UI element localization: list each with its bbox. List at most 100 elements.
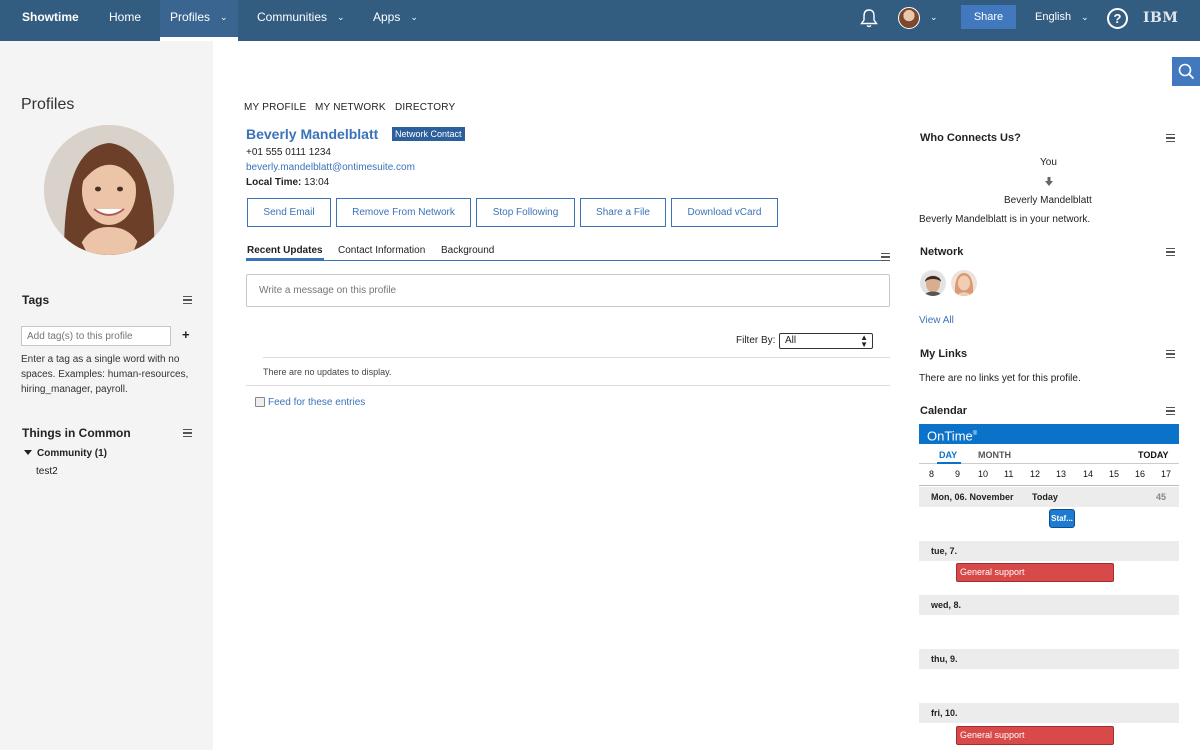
profile-email[interactable]: beverly.mandelblatt@ontimesuite.com — [246, 162, 415, 173]
day-label: thu, 9. — [931, 654, 958, 664]
menu-icon[interactable] — [881, 253, 890, 261]
chevron-down-icon[interactable]: ⌄ — [930, 12, 938, 23]
bell-icon[interactable] — [858, 7, 880, 29]
sidebar-title: Profiles — [21, 96, 75, 113]
calendar-hour: 9 — [955, 469, 961, 479]
calendar-day-row: thu, 9. — [919, 649, 1179, 669]
menu-icon[interactable] — [183, 296, 192, 304]
day-label: tue, 7. — [931, 546, 958, 556]
network-avatar[interactable] — [951, 270, 977, 296]
network-contact-badge: Network Contact — [392, 127, 465, 141]
no-updates-text: There are no updates to display. — [263, 367, 392, 377]
tab-background[interactable]: Background — [441, 245, 494, 256]
add-tag-button[interactable]: + — [182, 327, 190, 342]
remove-from-network-button[interactable]: Remove From Network — [336, 198, 471, 227]
tab-divider — [246, 260, 890, 261]
calendar-hour: 17 — [1161, 469, 1172, 479]
calendar-divider — [919, 485, 1179, 486]
nav-apps-label: Apps — [373, 10, 401, 24]
day-label: fri, 10. — [931, 708, 958, 718]
ontime-brand-bar: OnTime® — [919, 424, 1179, 444]
community-leaf[interactable]: test2 — [36, 466, 58, 477]
share-a-file-button[interactable]: Share a File — [580, 198, 666, 227]
user-avatar[interactable] — [898, 7, 920, 29]
search-icon — [1178, 63, 1195, 80]
network-view-all-link[interactable]: View All — [919, 315, 954, 326]
network-avatar[interactable] — [920, 270, 946, 296]
calendar-day-row: tue, 7. — [919, 541, 1179, 561]
ontime-registered-mark: ® — [972, 431, 978, 437]
calendar-hour: 16 — [1135, 469, 1146, 479]
chevron-down-icon: ⌄ — [1081, 12, 1089, 22]
filter-select[interactable]: All ▲ ▼ — [779, 333, 873, 349]
tab-contact-information[interactable]: Contact Information — [338, 245, 425, 256]
profile-local-time: Local Time: 13:04 — [246, 177, 329, 188]
tab-recent-updates[interactable]: Recent Updates — [247, 245, 323, 256]
nav-profiles-label: Profiles — [170, 10, 211, 24]
links-empty-text: There are no links yet for this profile. — [919, 373, 1081, 384]
calendar-hour: 11 — [1004, 469, 1014, 479]
subnav-my-profile[interactable]: MY PROFILE — [244, 102, 306, 113]
calendar-tab-month[interactable]: MONTH — [978, 450, 1011, 460]
menu-icon[interactable] — [183, 429, 192, 437]
local-time-label: Local Time: — [246, 177, 302, 188]
menu-icon[interactable] — [1166, 407, 1175, 415]
calendar-event[interactable]: General support — [956, 563, 1114, 582]
day-extra: 45 — [1155, 492, 1166, 502]
download-vcard-button[interactable]: Download vCard — [671, 198, 778, 227]
nav-home[interactable]: Home — [96, 0, 154, 41]
day-label: Mon, 06. November — [931, 492, 1014, 502]
stop-following-button[interactable]: Stop Following — [476, 198, 575, 227]
subnav-my-network[interactable]: MY NETWORK — [315, 102, 386, 113]
language-label: English — [1035, 11, 1072, 23]
profile-message-input[interactable] — [246, 274, 890, 307]
menu-icon[interactable] — [1166, 248, 1175, 256]
calendar-day-row: Mon, 06. November Today 45 — [919, 487, 1179, 507]
arrow-down-icon — [1045, 177, 1053, 186]
filter-label: Filter By: — [736, 335, 776, 346]
ontime-logo: OnTime — [927, 428, 973, 444]
nav-communities-label: Communities — [257, 10, 328, 24]
nav-apps[interactable]: Apps ⌄ — [373, 0, 418, 41]
send-email-button[interactable]: Send Email — [247, 198, 331, 227]
calendar-hour: 8 — [929, 469, 935, 479]
nav-profiles[interactable]: Profiles ⌄ — [160, 0, 238, 41]
divider — [246, 385, 890, 386]
tag-input[interactable] — [21, 326, 171, 346]
calendar-tab-indicator — [937, 462, 961, 464]
calendar-today-button[interactable]: TODAY — [1138, 450, 1169, 460]
calendar-day-row: wed, 8. — [919, 595, 1179, 615]
nav-home-label: Home — [108, 10, 141, 24]
community-tree-node[interactable]: Community (1) — [24, 448, 107, 459]
chevron-down-icon: ⌄ — [410, 12, 418, 22]
calendar-day-row: fri, 10. — [919, 703, 1179, 723]
menu-icon[interactable] — [1166, 134, 1175, 142]
calendar-hour: 13 — [1056, 469, 1067, 479]
help-icon[interactable]: ? — [1107, 8, 1128, 29]
menu-icon[interactable] — [1166, 350, 1175, 358]
calendar-event[interactable]: Staf... — [1049, 509, 1075, 528]
feed-link[interactable]: Feed for these entries — [268, 397, 365, 408]
calendar-hour: 15 — [1109, 469, 1120, 479]
network-title: Network — [920, 246, 964, 258]
left-sidebar: Profiles Tags + Enter a tag as a single … — [0, 41, 213, 750]
tab-active-indicator — [246, 258, 324, 261]
nav-communities[interactable]: Communities ⌄ — [257, 0, 345, 41]
search-tab[interactable] — [1172, 57, 1200, 86]
chevron-down-icon: ⌄ — [337, 12, 345, 22]
connects-to[interactable]: Beverly Mandelblatt — [1004, 195, 1092, 206]
who-connects-title: Who Connects Us? — [920, 132, 1021, 144]
community-node-label: Community (1) — [37, 448, 107, 459]
connects-summary: Beverly Mandelblatt is in your network. — [919, 214, 1091, 225]
share-button[interactable]: Share — [961, 5, 1016, 29]
up-down-icon: ▲ ▼ — [860, 333, 868, 349]
app-brand[interactable]: Showtime — [22, 10, 79, 24]
rss-feed-icon[interactable] — [255, 397, 265, 407]
profile-phone: +01 555 0111 1234 — [246, 147, 331, 158]
calendar-tab-day[interactable]: DAY — [939, 450, 957, 460]
tags-heading: Tags — [22, 293, 50, 307]
things-in-common-heading: Things in Common — [22, 426, 131, 440]
calendar-event[interactable]: General support — [956, 726, 1114, 745]
subnav-directory[interactable]: DIRECTORY — [395, 102, 455, 113]
language-selector[interactable]: English ⌄ — [1035, 11, 1089, 23]
